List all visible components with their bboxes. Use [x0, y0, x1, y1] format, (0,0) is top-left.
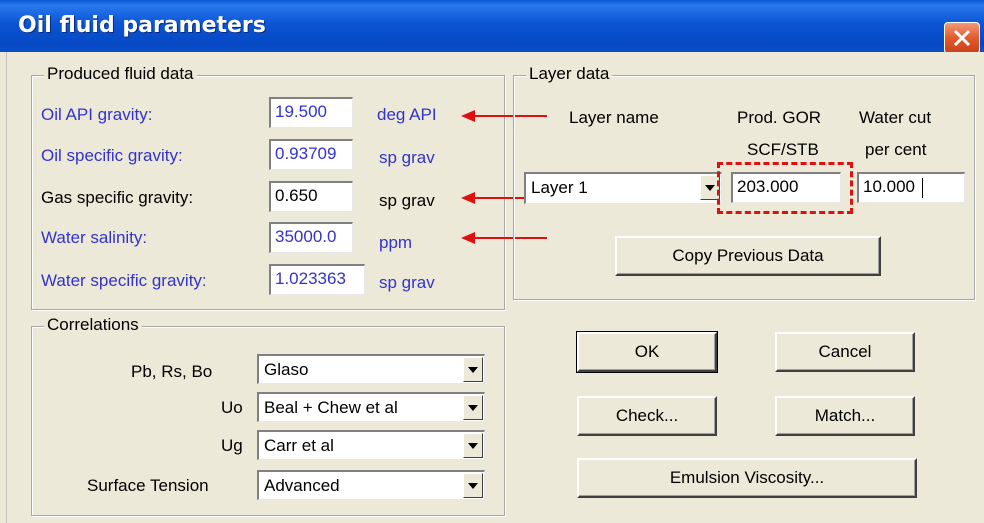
prod-gor-header: Prod. GOR: [737, 108, 822, 127]
ug-value: Carr et al: [264, 436, 334, 455]
uo-value: Beal + Chew et al: [264, 398, 398, 417]
ug-dropdown[interactable]: [463, 433, 483, 458]
surface-tension-label: Surface Tension: [87, 476, 209, 495]
water-cut-input[interactable]: 10.000: [857, 172, 965, 203]
emulsion-viscosity-button[interactable]: Emulsion Viscosity...: [577, 458, 917, 498]
ok-button[interactable]: OK: [576, 331, 718, 373]
surface-tension-select[interactable]: Advanced: [257, 470, 485, 500]
prod-gor-input[interactable]: 203.000: [731, 172, 841, 203]
oil-specific-gravity-label: Oil specific gravity:: [41, 146, 183, 165]
close-icon: [953, 29, 971, 47]
produced-fluid-title: Produced fluid data: [44, 64, 197, 84]
window-title: Oil fluid parameters: [18, 13, 266, 38]
uo-select[interactable]: Beal + Chew et al: [257, 392, 485, 422]
uo-label: Uo: [221, 398, 243, 417]
oil-api-gravity-unit: deg API: [377, 105, 437, 124]
pb-rs-bo-dropdown[interactable]: [463, 357, 483, 382]
text-cursor: [922, 178, 923, 198]
cancel-button[interactable]: Cancel: [775, 332, 915, 372]
water-cut-unit-header: per cent: [865, 140, 927, 159]
gas-specific-gravity-label: Gas specific gravity:: [41, 188, 194, 207]
surface-tension-value: Advanced: [264, 476, 340, 495]
dropdown-arrow-icon: [468, 405, 478, 411]
water-salinity-unit: ppm: [379, 233, 413, 252]
dropdown-arrow-icon: [468, 367, 478, 373]
uo-dropdown[interactable]: [463, 395, 483, 420]
correlations-title: Correlations: [44, 315, 142, 335]
dialog-body: Produced fluid data Oil API gravity: 19.…: [6, 52, 984, 523]
water-cut-header: Water cut: [859, 108, 932, 127]
layer-select-value: Layer 1: [531, 178, 588, 197]
copy-previous-data-button[interactable]: Copy Previous Data: [615, 236, 881, 276]
dropdown-arrow-icon: [468, 443, 478, 449]
water-specific-gravity-unit: sp grav: [379, 273, 435, 292]
pb-rs-bo-select[interactable]: Glaso: [257, 354, 485, 384]
water-salinity-input[interactable]: 35000.0: [269, 222, 353, 253]
gas-specific-gravity-unit: sp grav: [379, 191, 435, 210]
oil-specific-gravity-unit: sp grav: [379, 148, 435, 167]
layer-select[interactable]: Layer 1: [524, 172, 722, 204]
dropdown-arrow-icon: [705, 185, 715, 191]
surface-tension-dropdown[interactable]: [463, 473, 483, 498]
dropdown-arrow-icon: [468, 483, 478, 489]
oil-api-gravity-label: Oil API gravity:: [41, 105, 153, 124]
water-specific-gravity-input[interactable]: 1.023363: [269, 264, 365, 295]
ug-select[interactable]: Carr et al: [257, 430, 485, 460]
oil-api-gravity-input[interactable]: 19.500: [269, 97, 353, 128]
ug-label: Ug: [221, 436, 243, 455]
gas-specific-gravity-input[interactable]: 0.650: [269, 181, 353, 212]
title-bar: Oil fluid parameters: [0, 0, 984, 54]
gor-unit-header: SCF/STB: [747, 140, 819, 159]
water-specific-gravity-label: Water specific gravity:: [41, 271, 207, 290]
pb-rs-bo-value: Glaso: [264, 360, 309, 379]
water-salinity-label: Water salinity:: [41, 228, 148, 247]
match-button[interactable]: Match...: [775, 396, 915, 436]
layer-data-title: Layer data: [526, 64, 613, 84]
check-button[interactable]: Check...: [577, 396, 717, 436]
layer-name-header: Layer name: [569, 108, 659, 127]
oil-specific-gravity-input[interactable]: 0.93709: [269, 139, 353, 170]
close-button[interactable]: [944, 22, 980, 54]
pb-rs-bo-label: Pb, Rs, Bo: [131, 362, 213, 381]
